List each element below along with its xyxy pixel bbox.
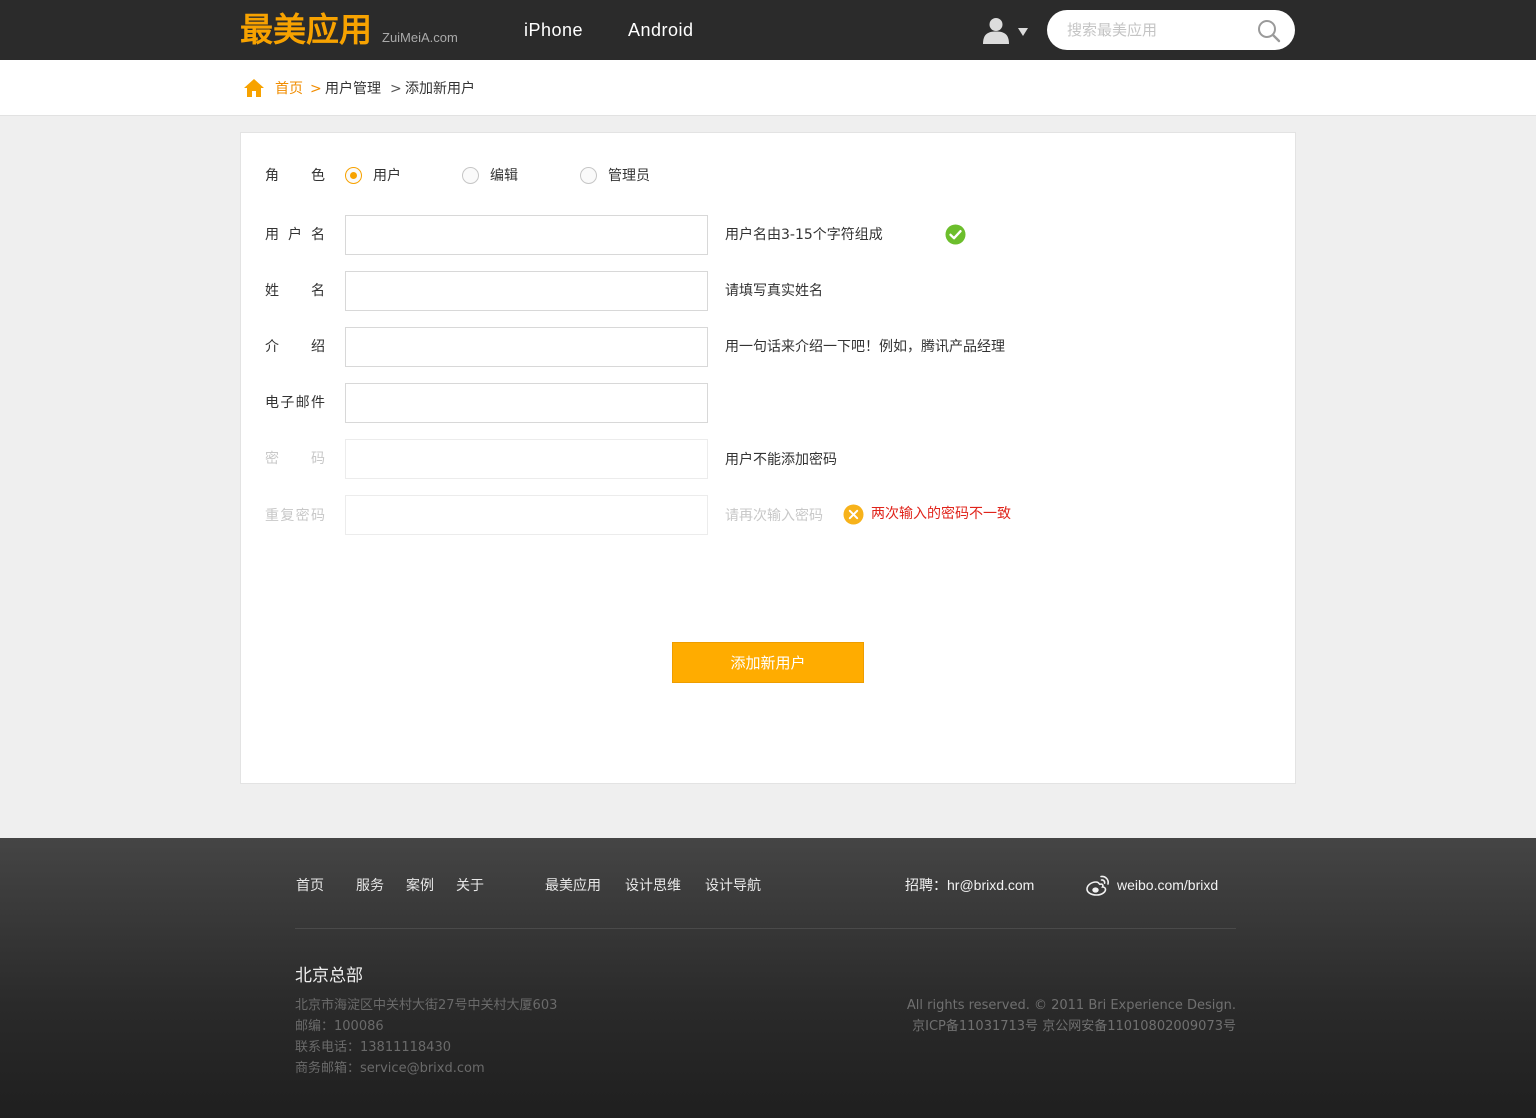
nav-iphone[interactable]: iPhone <box>524 20 583 41</box>
footer-link-zuimei[interactable]: 最美应用 <box>545 878 601 894</box>
footer-link-design-nav[interactable]: 设计导航 <box>705 878 761 894</box>
footer: 首页 服务 案例 关于 最美应用 设计思维 设计导航 招聘：hr@brixd.c… <box>0 838 1536 1118</box>
footer-link-design-thinking[interactable]: 设计思维 <box>625 878 681 894</box>
footer-link-home[interactable]: 首页 <box>296 878 324 894</box>
email-input[interactable] <box>345 383 708 423</box>
email-label: 电子邮件 <box>265 395 325 411</box>
role-option-label: 编辑 <box>490 168 518 184</box>
breadcrumb-separator: > <box>390 81 402 97</box>
password-repeat-input[interactable] <box>345 495 708 535</box>
footer-divider <box>295 928 1236 929</box>
weibo-icon[interactable] <box>1086 874 1110 896</box>
breadcrumb-separator: > <box>310 81 322 97</box>
realname-input[interactable] <box>345 271 708 311</box>
intro-hint: 用一句话来介绍一下吧！例如，腾讯产品经理 <box>725 339 1005 355</box>
role-label: 角色 <box>265 168 325 184</box>
password-hint: 用户不能添加密码 <box>725 452 837 468</box>
search-input[interactable] <box>1067 18 1247 42</box>
radio-unchecked[interactable] <box>462 167 479 184</box>
breadcrumb-user-management[interactable]: 用户管理 <box>325 81 381 97</box>
intro-label: 介绍 <box>265 339 325 355</box>
footer-postcode: 邮编：100086 <box>295 1019 384 1034</box>
footer-hq-title: 北京总部 <box>295 966 363 986</box>
footer-link-about[interactable]: 关于 <box>456 878 484 894</box>
footer-link-services[interactable]: 服务 <box>356 878 384 894</box>
chevron-down-icon <box>1018 28 1028 36</box>
user-icon <box>983 18 1009 44</box>
radio-unchecked[interactable] <box>580 167 597 184</box>
logo[interactable]: 最美应用 <box>240 8 372 52</box>
realname-label: 姓名 <box>265 283 325 299</box>
role-option-label: 管理员 <box>608 168 650 184</box>
user-menu[interactable] <box>982 16 1032 46</box>
password-repeat-label: 重复密码 <box>265 508 325 524</box>
footer-business-email: 商务邮箱：service@brixd.com <box>295 1061 485 1076</box>
breadcrumb: 首页 > 用户管理 > 添加新用户 <box>0 60 1536 116</box>
password-label: 密码 <box>265 451 325 467</box>
error-icon <box>843 504 864 525</box>
top-nav-bar: 最美应用 ZuiMeiA.com iPhone Android <box>0 0 1536 60</box>
add-user-button[interactable]: 添加新用户 <box>672 642 864 683</box>
footer-copyright: All rights reserved. © 2011 Bri Experien… <box>906 998 1236 1013</box>
search-box <box>1047 10 1295 50</box>
footer-recruit-email[interactable]: 招聘：hr@brixd.com <box>905 877 1034 893</box>
home-icon[interactable] <box>243 78 265 98</box>
radio-checked[interactable] <box>345 167 362 184</box>
check-icon <box>945 224 966 245</box>
nav-android[interactable]: Android <box>628 20 694 41</box>
breadcrumb-current: 添加新用户 <box>405 81 475 97</box>
intro-input[interactable] <box>345 327 708 367</box>
footer-address: 北京市海淀区中关村大街27号中关村大厦603 <box>295 998 558 1013</box>
logo-domain: ZuiMeiA.com <box>382 30 458 45</box>
username-label: 用户名 <box>265 227 325 243</box>
breadcrumb-home[interactable]: 首页 <box>275 81 303 97</box>
role-option-label: 用户 <box>373 168 401 184</box>
add-user-form: 角色 用户 编辑 管理员 用户名 用户名由3-15个字符组成 姓名 请填写真实姓… <box>240 132 1296 784</box>
password-input[interactable] <box>345 439 708 479</box>
footer-icp: 京ICP备11031713号 京公网安备11010802009073号 <box>912 1019 1236 1034</box>
search-icon[interactable] <box>1257 19 1281 43</box>
username-hint: 用户名由3-15个字符组成 <box>725 227 883 243</box>
realname-hint: 请填写真实姓名 <box>725 283 823 299</box>
footer-phone: 联系电话：13811118430 <box>295 1040 451 1055</box>
password-repeat-hint: 请再次输入密码 <box>725 508 823 524</box>
footer-link-cases[interactable]: 案例 <box>406 878 434 894</box>
password-mismatch-error: 两次输入的密码不一致 <box>871 506 1011 522</box>
username-input[interactable] <box>345 215 708 255</box>
footer-weibo-link[interactable]: weibo.com/brixd <box>1117 877 1218 893</box>
